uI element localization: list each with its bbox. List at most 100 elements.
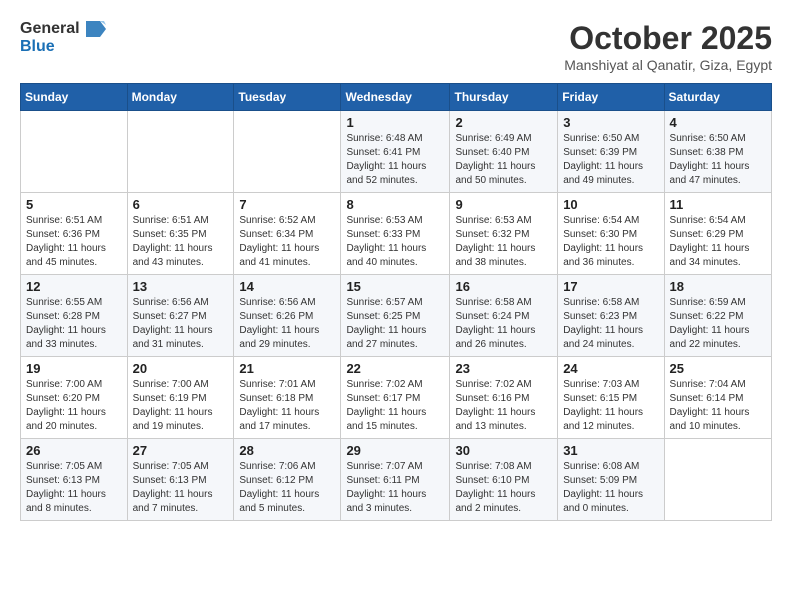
day-number: 3 bbox=[563, 115, 658, 130]
day-info: Sunrise: 6:56 AMSunset: 6:27 PMDaylight:… bbox=[133, 296, 229, 352]
calendar-cell: 6 Sunrise: 6:51 AMSunset: 6:35 PMDaylight… bbox=[127, 193, 234, 275]
calendar-cell: 1 Sunrise: 6:48 AMSunset: 6:41 PMDaylight… bbox=[341, 111, 450, 193]
calendar-cell: 13 Sunrise: 6:56 AMSunset: 6:27 PMDayligh… bbox=[127, 275, 234, 357]
day-number: 14 bbox=[239, 279, 335, 294]
calendar-cell: 2Sunrise: 6:49 AMSunset: 6:40 PMDaylight… bbox=[450, 111, 558, 193]
day-info: Sunrise: 6:54 AMSunset: 6:29 PMDaylight:… bbox=[670, 214, 766, 270]
calendar-table: SundayMondayTuesdayWednesdayThursdayFrid… bbox=[20, 83, 772, 521]
header: General Blue October 2025 Manshiyat al Q… bbox=[20, 20, 772, 73]
calendar-cell bbox=[127, 111, 234, 193]
calendar-cell bbox=[664, 439, 771, 521]
day-number: 17 bbox=[563, 279, 658, 294]
calendar-cell bbox=[234, 111, 341, 193]
day-info: Sunrise: 7:06 AMSunset: 6:12 PMDaylight:… bbox=[239, 460, 335, 516]
calendar-cell: 22 Sunrise: 7:02 AMSunset: 6:17 PMDayligh… bbox=[341, 357, 450, 439]
calendar-cell: 27 Sunrise: 7:05 AMSunset: 6:13 PMDayligh… bbox=[127, 439, 234, 521]
day-number: 25 bbox=[670, 361, 766, 376]
day-number: 13 bbox=[133, 279, 229, 294]
title-area: October 2025 Manshiyat al Qanatir, Giza,… bbox=[564, 20, 772, 73]
logo: General Blue bbox=[20, 20, 106, 55]
day-number: 19 bbox=[26, 361, 122, 376]
day-number: 16 bbox=[455, 279, 552, 294]
day-info: Sunrise: 6:55 AMSunset: 6:28 PMDaylight:… bbox=[26, 296, 122, 352]
calendar-cell: 9 Sunrise: 6:53 AMSunset: 6:32 PMDaylight… bbox=[450, 193, 558, 275]
day-info: Sunrise: 7:01 AMSunset: 6:18 PMDaylight:… bbox=[239, 378, 335, 434]
day-info: Sunrise: 6:53 AMSunset: 6:32 PMDaylight:… bbox=[455, 214, 552, 270]
day-info: Sunrise: 6:53 AMSunset: 6:33 PMDaylight:… bbox=[346, 214, 444, 270]
day-number: 8 bbox=[346, 197, 444, 212]
day-number: 27 bbox=[133, 443, 229, 458]
calendar-cell: 18 Sunrise: 6:59 AMSunset: 6:22 PMDayligh… bbox=[664, 275, 771, 357]
calendar-cell: 11 Sunrise: 6:54 AMSunset: 6:29 PMDayligh… bbox=[664, 193, 771, 275]
calendar-cell: 20 Sunrise: 7:00 AMSunset: 6:19 PMDayligh… bbox=[127, 357, 234, 439]
calendar-cell: 26 Sunrise: 7:05 AMSunset: 6:13 PMDayligh… bbox=[21, 439, 128, 521]
calendar-cell: 5 Sunrise: 6:51 AMSunset: 6:36 PMDaylight… bbox=[21, 193, 128, 275]
calendar-week-row: 1 Sunrise: 6:48 AMSunset: 6:41 PMDaylight… bbox=[21, 111, 772, 193]
weekday-header: Monday bbox=[127, 84, 234, 111]
calendar-cell: 23 Sunrise: 7:02 AMSunset: 6:16 PMDayligh… bbox=[450, 357, 558, 439]
weekday-header: Sunday bbox=[21, 84, 128, 111]
weekday-header: Thursday bbox=[450, 84, 558, 111]
day-info: Sunrise: 6:54 AMSunset: 6:30 PMDaylight:… bbox=[563, 214, 658, 270]
day-number: 21 bbox=[239, 361, 335, 376]
day-info: Sunrise: 7:05 AMSunset: 6:13 PMDaylight:… bbox=[26, 460, 122, 516]
calendar-cell: 15Sunrise: 6:57 AMSunset: 6:25 PMDayligh… bbox=[341, 275, 450, 357]
calendar-cell: 7 Sunrise: 6:52 AMSunset: 6:34 PMDaylight… bbox=[234, 193, 341, 275]
day-number: 11 bbox=[670, 197, 766, 212]
calendar-cell: 10 Sunrise: 6:54 AMSunset: 6:30 PMDayligh… bbox=[558, 193, 664, 275]
calendar-week-row: 19Sunrise: 7:00 AMSunset: 6:20 PMDayligh… bbox=[21, 357, 772, 439]
day-info: Sunrise: 6:52 AMSunset: 6:34 PMDaylight:… bbox=[239, 214, 335, 270]
day-number: 2 bbox=[455, 115, 552, 130]
calendar-cell: 31Sunrise: 6:08 AMSunset: 5:09 PMDayligh… bbox=[558, 439, 664, 521]
calendar-cell bbox=[21, 111, 128, 193]
day-number: 7 bbox=[239, 197, 335, 212]
day-info: Sunrise: 7:05 AMSunset: 6:13 PMDaylight:… bbox=[133, 460, 229, 516]
weekday-header: Saturday bbox=[664, 84, 771, 111]
calendar-cell: 3 Sunrise: 6:50 AMSunset: 6:39 PMDaylight… bbox=[558, 111, 664, 193]
day-number: 29 bbox=[346, 443, 444, 458]
day-number: 4 bbox=[670, 115, 766, 130]
calendar-cell: 19Sunrise: 7:00 AMSunset: 6:20 PMDayligh… bbox=[21, 357, 128, 439]
calendar-cell: 24 Sunrise: 7:03 AMSunset: 6:15 PMDayligh… bbox=[558, 357, 664, 439]
calendar-cell: 8 Sunrise: 6:53 AMSunset: 6:33 PMDaylight… bbox=[341, 193, 450, 275]
day-info: Sunrise: 7:02 AMSunset: 6:17 PMDaylight:… bbox=[346, 378, 444, 434]
day-number: 1 bbox=[346, 115, 444, 130]
day-number: 30 bbox=[455, 443, 552, 458]
day-number: 9 bbox=[455, 197, 552, 212]
day-number: 10 bbox=[563, 197, 658, 212]
calendar-cell: 28 Sunrise: 7:06 AMSunset: 6:12 PMDayligh… bbox=[234, 439, 341, 521]
calendar-cell: 30 Sunrise: 7:08 AMSunset: 6:10 PMDayligh… bbox=[450, 439, 558, 521]
day-info: Sunrise: 7:03 AMSunset: 6:15 PMDaylight:… bbox=[563, 378, 658, 434]
day-info: Sunrise: 7:07 AMSunset: 6:11 PMDaylight:… bbox=[346, 460, 444, 516]
calendar-cell: 29 Sunrise: 7:07 AMSunset: 6:11 PMDayligh… bbox=[341, 439, 450, 521]
day-info: Sunrise: 7:02 AMSunset: 6:16 PMDaylight:… bbox=[455, 378, 552, 434]
day-number: 22 bbox=[346, 361, 444, 376]
day-info: Sunrise: 6:48 AMSunset: 6:41 PMDaylight:… bbox=[346, 132, 444, 188]
day-info: Sunrise: 6:50 AMSunset: 6:38 PMDaylight:… bbox=[670, 132, 766, 188]
day-info: Sunrise: 6:59 AMSunset: 6:22 PMDaylight:… bbox=[670, 296, 766, 352]
day-number: 5 bbox=[26, 197, 122, 212]
calendar-week-row: 5 Sunrise: 6:51 AMSunset: 6:36 PMDaylight… bbox=[21, 193, 772, 275]
day-number: 24 bbox=[563, 361, 658, 376]
day-number: 28 bbox=[239, 443, 335, 458]
day-number: 20 bbox=[133, 361, 229, 376]
calendar-cell: 25 Sunrise: 7:04 AMSunset: 6:14 PMDayligh… bbox=[664, 357, 771, 439]
day-info: Sunrise: 6:51 AMSunset: 6:36 PMDaylight:… bbox=[26, 214, 122, 270]
day-info: Sunrise: 7:04 AMSunset: 6:14 PMDaylight:… bbox=[670, 378, 766, 434]
day-info: Sunrise: 6:58 AMSunset: 6:23 PMDaylight:… bbox=[563, 296, 658, 352]
month-title: October 2025 bbox=[564, 20, 772, 57]
day-info: Sunrise: 7:08 AMSunset: 6:10 PMDaylight:… bbox=[455, 460, 552, 516]
day-number: 12 bbox=[26, 279, 122, 294]
calendar-cell: 4 Sunrise: 6:50 AMSunset: 6:38 PMDaylight… bbox=[664, 111, 771, 193]
day-number: 6 bbox=[133, 197, 229, 212]
day-number: 18 bbox=[670, 279, 766, 294]
location-title: Manshiyat al Qanatir, Giza, Egypt bbox=[564, 57, 772, 73]
day-number: 23 bbox=[455, 361, 552, 376]
calendar-week-row: 26 Sunrise: 7:05 AMSunset: 6:13 PMDayligh… bbox=[21, 439, 772, 521]
day-info: Sunrise: 6:51 AMSunset: 6:35 PMDaylight:… bbox=[133, 214, 229, 270]
weekday-header: Tuesday bbox=[234, 84, 341, 111]
day-info: Sunrise: 6:08 AMSunset: 5:09 PMDaylight:… bbox=[563, 460, 658, 516]
day-info: Sunrise: 7:00 AMSunset: 6:19 PMDaylight:… bbox=[133, 378, 229, 434]
day-info: Sunrise: 6:50 AMSunset: 6:39 PMDaylight:… bbox=[563, 132, 658, 188]
day-number: 26 bbox=[26, 443, 122, 458]
